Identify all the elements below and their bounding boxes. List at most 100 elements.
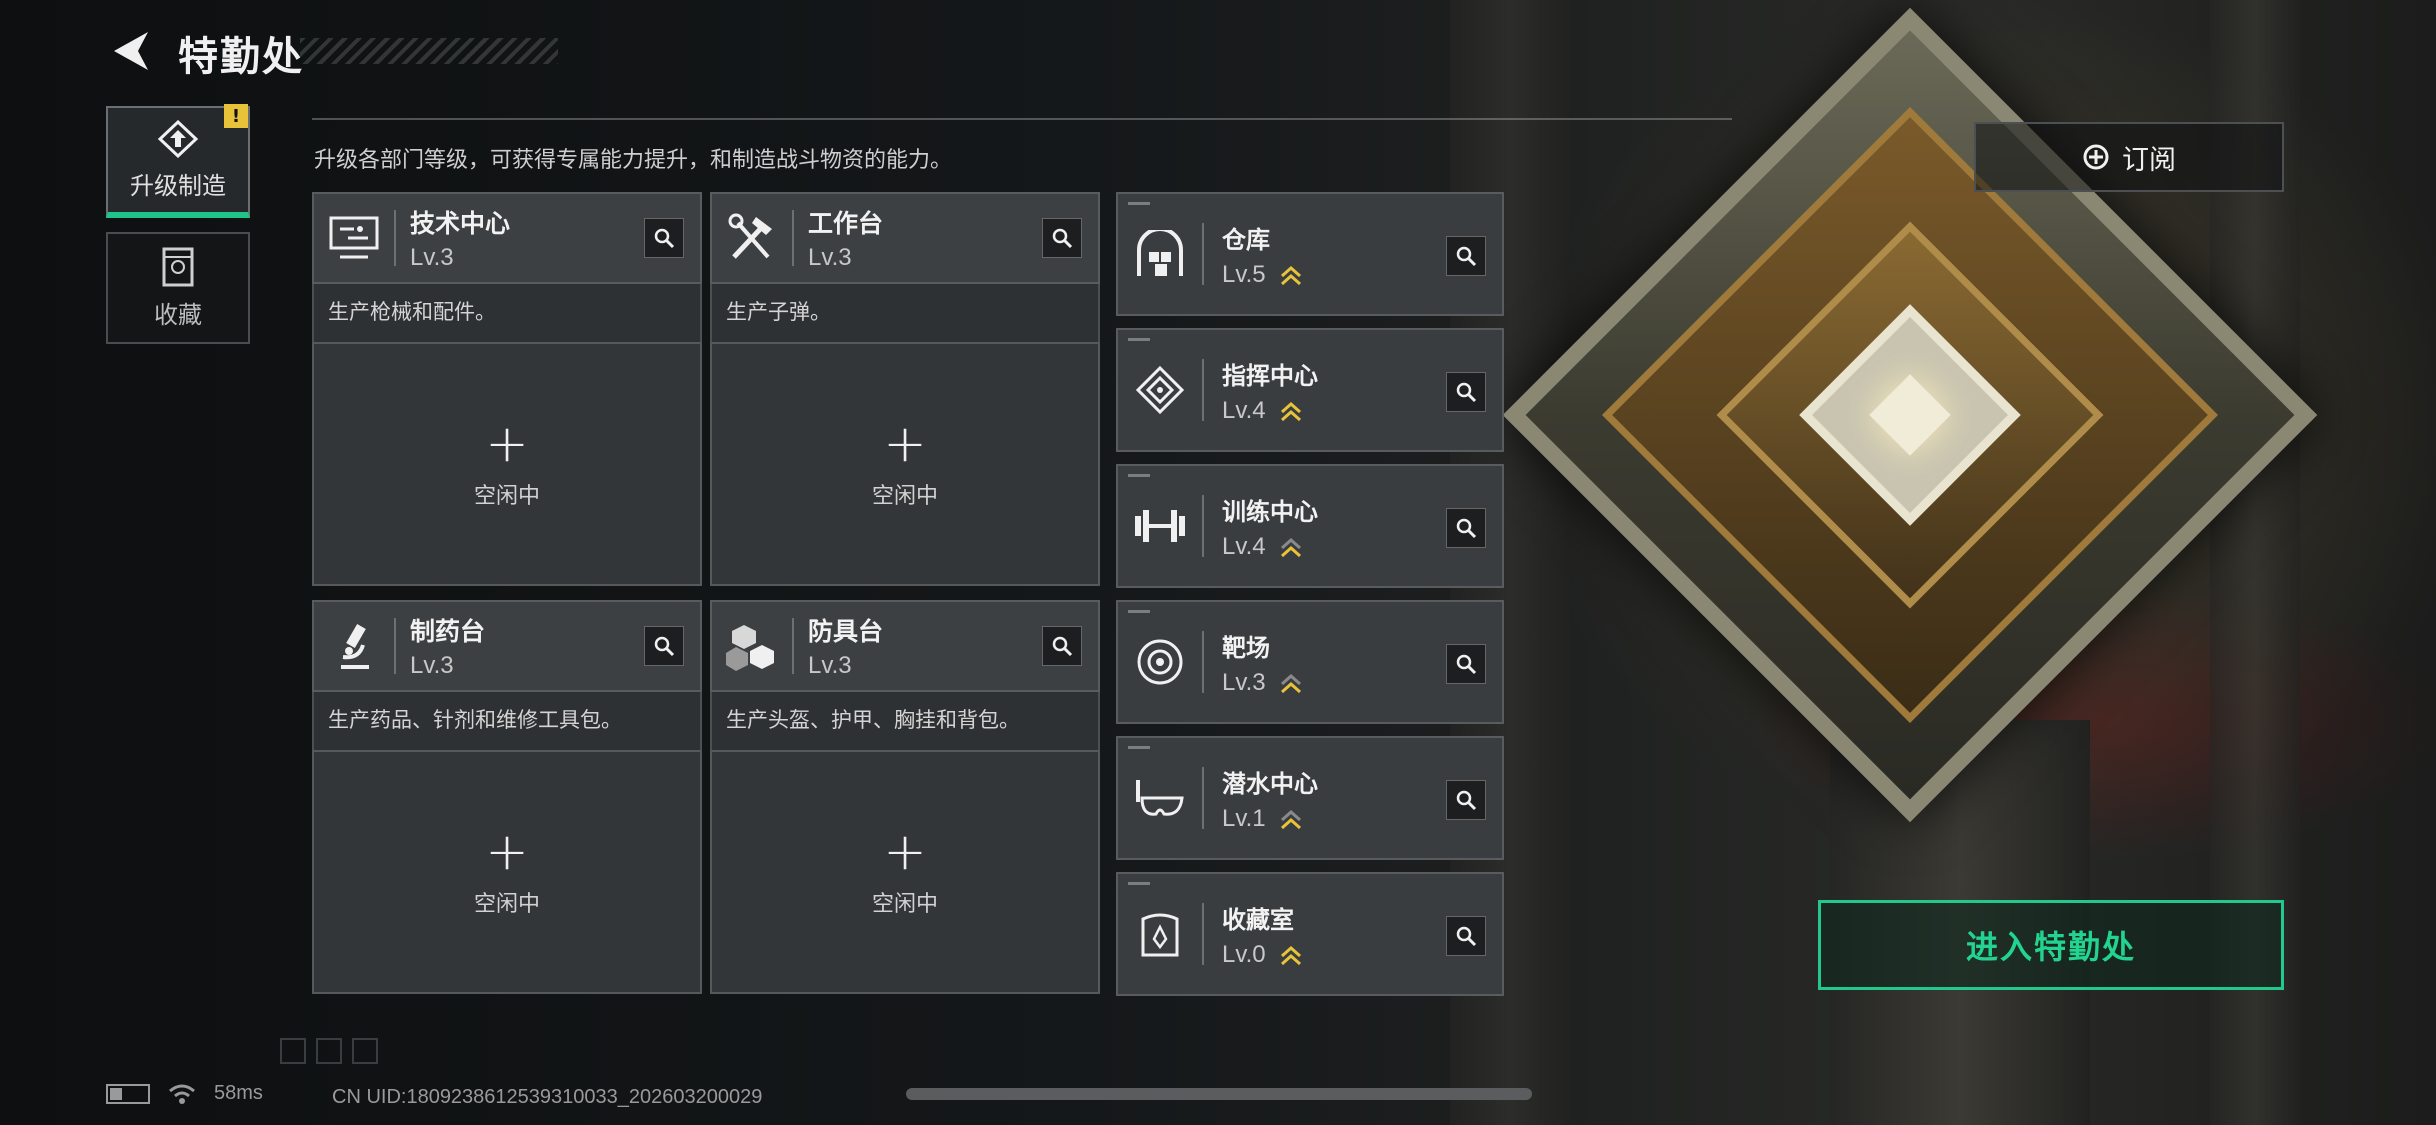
battery-icon [106, 1083, 150, 1104]
search-icon [1456, 382, 1477, 403]
dumbbell-icon [1135, 510, 1185, 542]
enter-special-ops-button[interactable]: 进入特勤处 [1818, 900, 2284, 990]
slot-status: 空闲中 [871, 484, 938, 509]
tools-icon [728, 213, 772, 259]
plus-icon: + [883, 822, 927, 882]
page-subtitle: 升级各部门等级，可获得专属能力提升，和制造战斗物资的能力。 [314, 148, 953, 173]
slot-status: 空闲中 [473, 484, 540, 509]
uid-text: CN UID:1809238612539310033_202603200029 [332, 1086, 763, 1108]
department-level: Lv.3 [1222, 668, 1266, 696]
search-button[interactable] [1446, 644, 1486, 684]
target-icon [1137, 639, 1183, 685]
plus-icon: + [883, 414, 927, 474]
search-icon [654, 636, 675, 657]
department-name: 训练中心 [1222, 497, 1318, 526]
divider-line [312, 118, 1732, 120]
department-item-warehouse[interactable]: 仓库 Lv.5 [1116, 192, 1504, 316]
search-icon [1456, 654, 1477, 675]
production-slot[interactable]: + 空闲中 [312, 750, 702, 994]
search-button[interactable] [1446, 372, 1486, 412]
upgrade-arrow-icon [1280, 537, 1301, 557]
wifi-icon [169, 1084, 195, 1104]
search-icon [1456, 926, 1477, 947]
warning-badge: ! [224, 104, 248, 128]
card-level: Lv.3 [808, 244, 852, 271]
search-button[interactable] [1446, 916, 1486, 956]
production-card-workbench: 工作台 Lv.3 生产子弹。 + 空闲中 [710, 192, 1100, 586]
search-icon [1456, 790, 1477, 811]
production-card-pharmacy: 制药台 Lv.3 生产药品、针剂和维修工具包。 + 空闲中 [312, 600, 702, 994]
status-bar: 58ms [106, 1082, 263, 1105]
warehouse-icon [1137, 230, 1183, 276]
card-description: 生产药品、针剂和维修工具包。 [312, 692, 702, 750]
production-slot[interactable]: + 空闲中 [710, 750, 1100, 994]
upgrade-arrow-icon [1280, 265, 1301, 285]
page-title: 特勤处 [178, 34, 304, 80]
upgrade-arrow-icon [1280, 401, 1301, 421]
card-level: Lv.3 [410, 652, 454, 679]
card-level: Lv.3 [808, 652, 852, 679]
department-item-diving-center[interactable]: 潜水中心 Lv.1 [1116, 736, 1504, 860]
slot-status: 空闲中 [473, 892, 540, 917]
subscribe-button[interactable]: 订阅 [1974, 122, 2284, 192]
plus-icon: + [485, 414, 529, 474]
production-card-tech-center: 技术中心 Lv.3 生产枪械和配件。 + 空闲中 [312, 192, 702, 586]
department-level: Lv.0 [1222, 940, 1266, 968]
department-name: 潜水中心 [1222, 769, 1318, 798]
upgrade-arrow-icon [1280, 673, 1301, 693]
card-header[interactable]: 工作台 Lv.3 [710, 192, 1100, 284]
subscribe-icon [2083, 144, 2109, 170]
plus-icon: + [485, 822, 529, 882]
computer-icon [329, 216, 379, 259]
department-item-command-center[interactable]: 指挥中心 Lv.4 [1116, 328, 1504, 452]
subscribe-label: 订阅 [2122, 144, 2176, 176]
tab-label: 升级制造 [130, 171, 226, 200]
search-icon [1456, 518, 1477, 539]
department-name: 指挥中心 [1222, 361, 1318, 390]
display-case-icon [1141, 913, 1179, 957]
card-name: 防具台 [808, 617, 884, 646]
search-icon [1456, 246, 1477, 267]
search-button[interactable] [1446, 236, 1486, 276]
back-arrow-icon[interactable] [108, 28, 154, 74]
slot-status: 空闲中 [871, 892, 938, 917]
search-icon [1052, 228, 1073, 249]
ping-text: 58ms [214, 1082, 263, 1104]
department-name: 靶场 [1222, 633, 1270, 662]
search-button[interactable] [1446, 508, 1486, 548]
search-icon [654, 228, 675, 249]
title-decoration [300, 38, 558, 64]
home-indicator[interactable] [906, 1088, 1532, 1100]
card-name: 制药台 [410, 617, 486, 646]
search-button[interactable] [1042, 218, 1082, 258]
search-button[interactable] [1446, 780, 1486, 820]
department-item-training-center[interactable]: 训练中心 Lv.4 [1116, 464, 1504, 588]
department-level: Lv.5 [1222, 260, 1266, 288]
card-header[interactable]: 防具台 Lv.3 [710, 600, 1100, 692]
card-name: 工作台 [808, 209, 884, 238]
production-slot[interactable]: + 空闲中 [710, 342, 1100, 586]
armor-blocks-icon [726, 625, 774, 671]
department-name: 收藏室 [1222, 905, 1294, 934]
department-item-collection-room[interactable]: 收藏室 Lv.0 [1116, 872, 1504, 996]
command-chip-icon [1135, 365, 1185, 415]
department-item-shooting-range[interactable]: 靶场 Lv.3 [1116, 600, 1504, 724]
card-description: 生产子弹。 [710, 284, 1100, 342]
upgrade-arrow-icon [1280, 945, 1301, 965]
search-button[interactable] [644, 626, 684, 666]
department-level: Lv.1 [1222, 804, 1266, 832]
search-icon [1052, 636, 1073, 657]
card-header[interactable]: 技术中心 Lv.3 [312, 192, 702, 284]
microscope-icon [341, 623, 369, 669]
card-level: Lv.3 [410, 244, 454, 271]
production-card-armor-bench: 防具台 Lv.3 生产头盔、护甲、胸挂和背包。 + 空闲中 [710, 600, 1100, 994]
tab-collection[interactable]: 收藏 [106, 232, 250, 344]
upgrade-icon [157, 119, 199, 158]
department-level: Lv.4 [1222, 396, 1266, 424]
search-button[interactable] [1042, 626, 1082, 666]
search-button[interactable] [644, 218, 684, 258]
card-description: 生产枪械和配件。 [312, 284, 702, 342]
production-slot[interactable]: + 空闲中 [312, 342, 702, 586]
tab-label: 收藏 [154, 300, 202, 329]
card-header[interactable]: 制药台 Lv.3 [312, 600, 702, 692]
